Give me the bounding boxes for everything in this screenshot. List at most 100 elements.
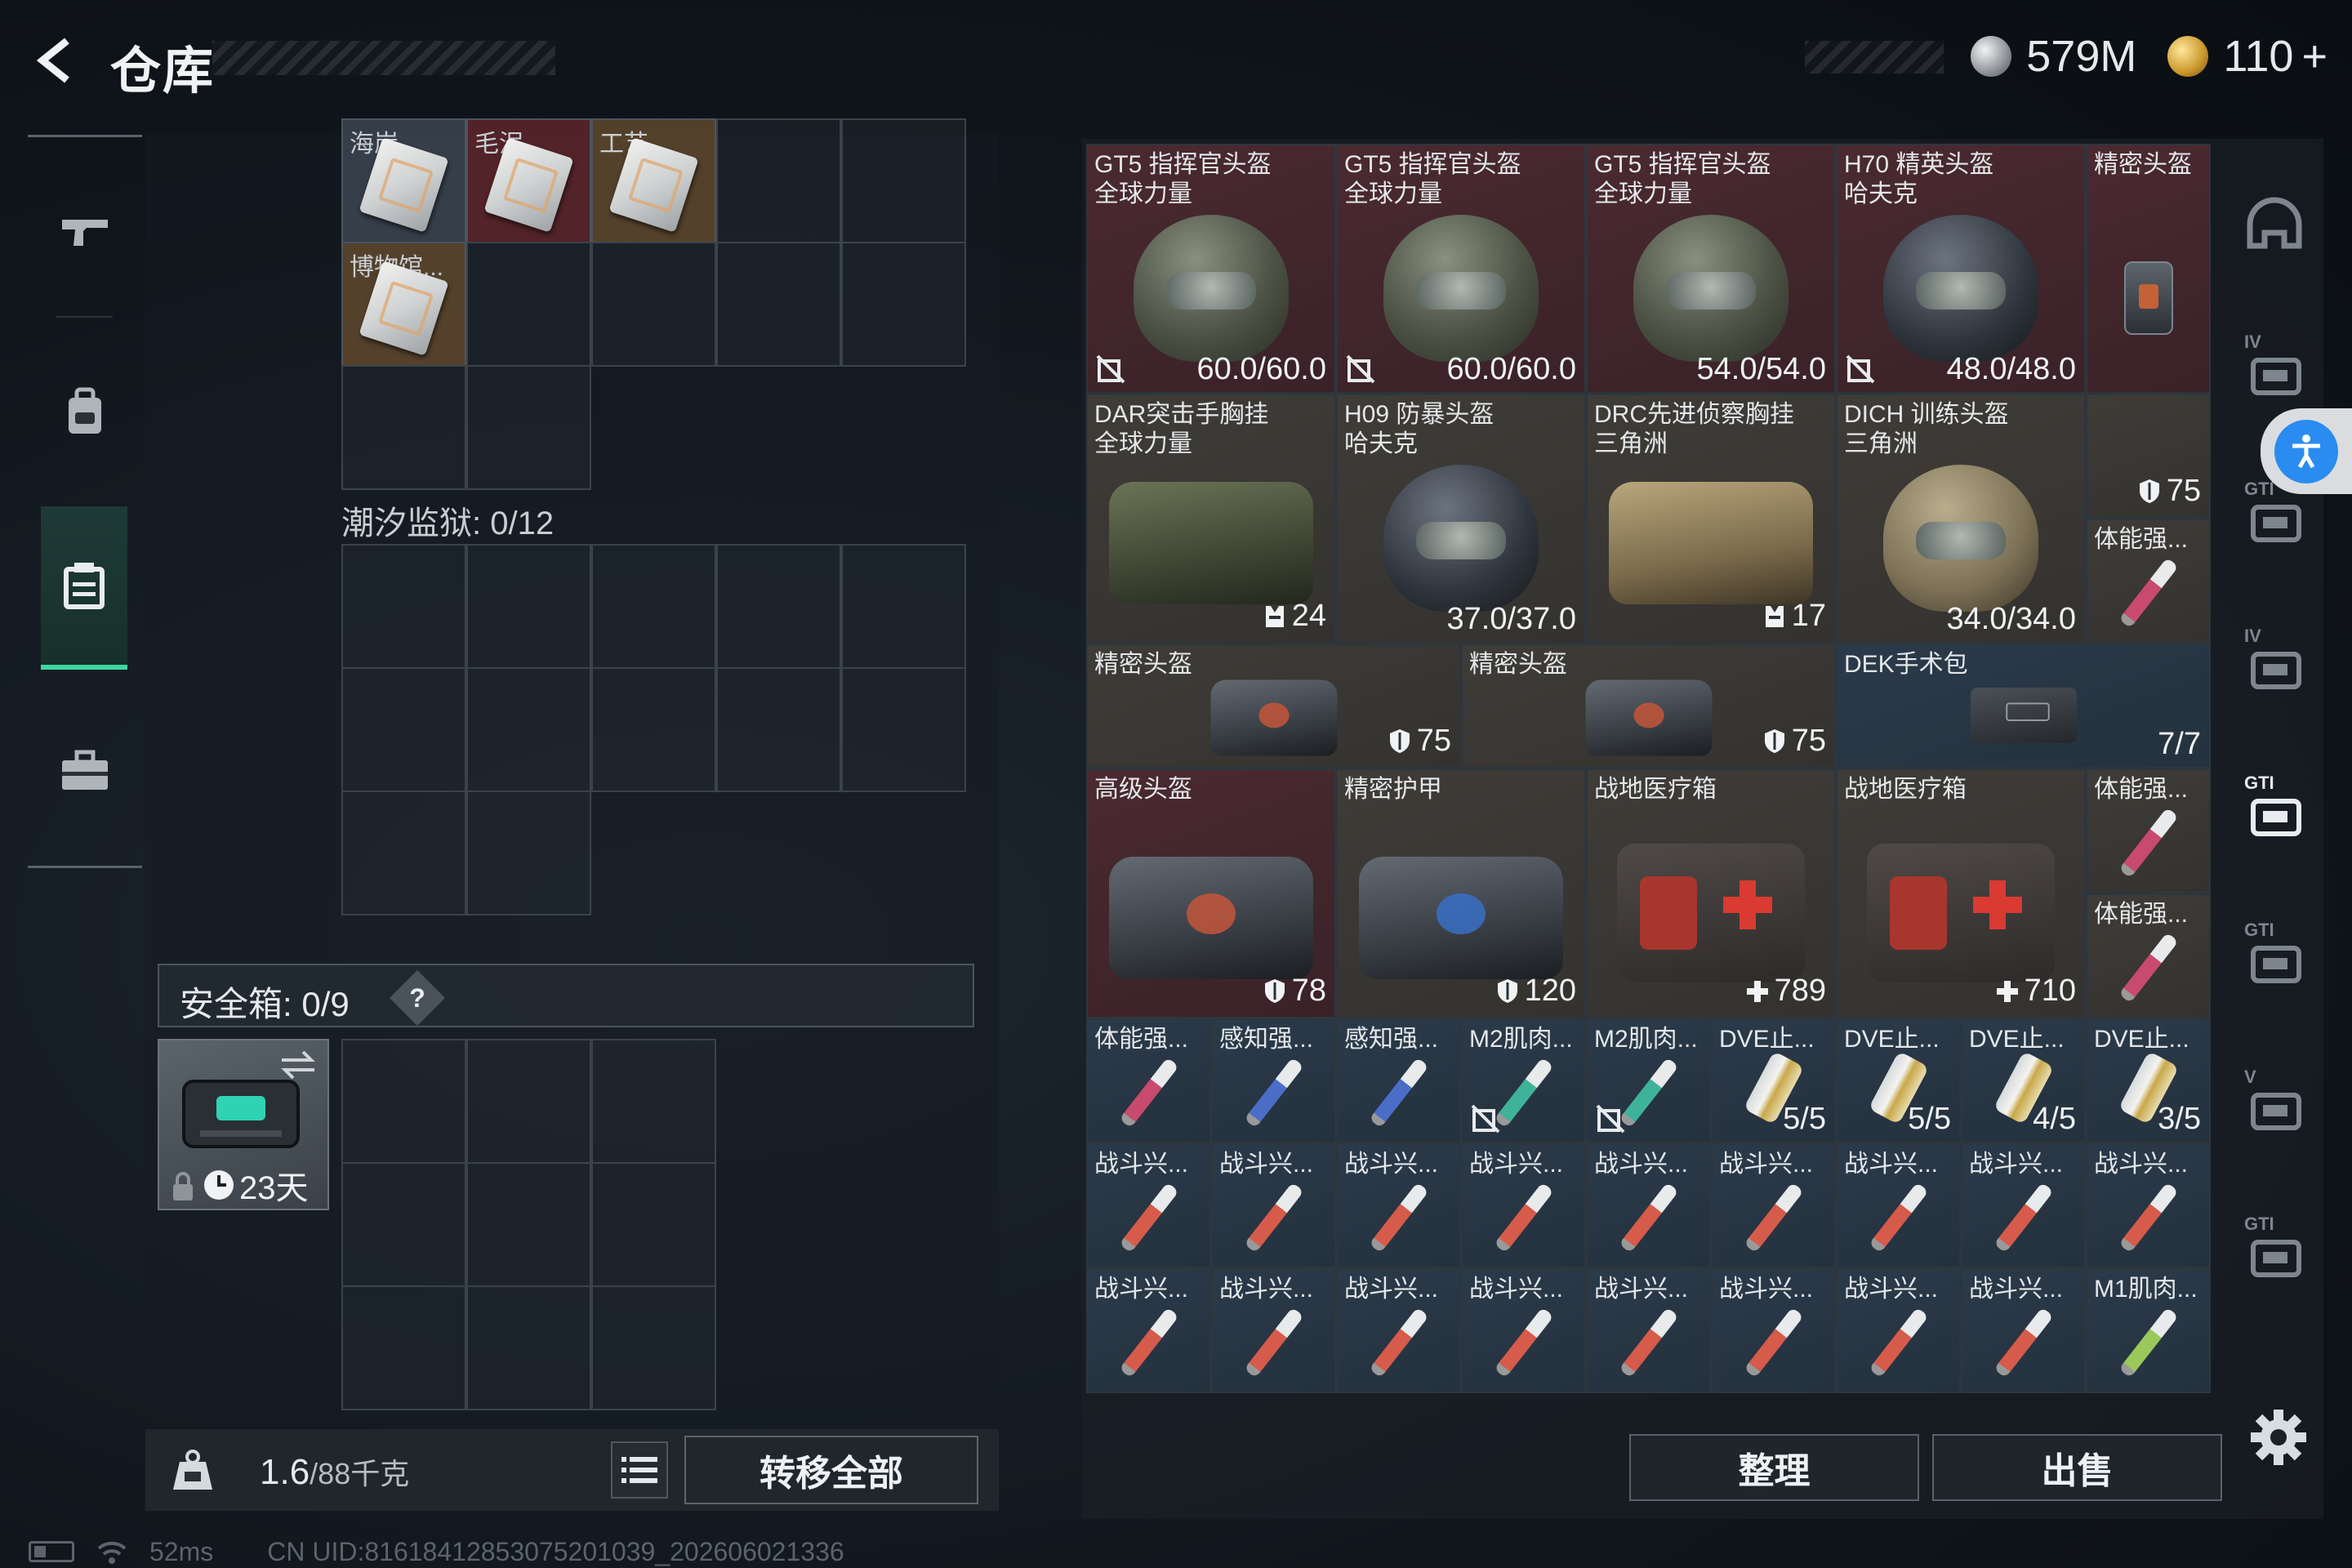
storage-item[interactable]: 毛泥... — [466, 118, 591, 243]
inventory-item[interactable]: 精密头盔 75 — [1086, 644, 1461, 768]
storage-item[interactable]: 海岸... — [341, 118, 466, 243]
inventory-item[interactable]: 战斗兴... — [1461, 1143, 1586, 1268]
inventory-item[interactable]: 75 — [2086, 394, 2211, 519]
empty-slot[interactable] — [341, 667, 466, 792]
inventory-item[interactable]: 战斗兴... — [1836, 1143, 1961, 1268]
empty-slot[interactable] — [716, 242, 841, 367]
inventory-item[interactable]: 战斗兴... — [1961, 1268, 2086, 1393]
empty-slot[interactable] — [466, 1039, 591, 1164]
inventory-item[interactable]: DVE止... 5/5 — [1836, 1018, 1961, 1143]
storage-item[interactable]: 工艺... — [591, 118, 716, 243]
inventory-item[interactable]: 战斗兴... — [1461, 1268, 1586, 1393]
inventory-item[interactable]: 战斗兴... — [1336, 1143, 1461, 1268]
inventory-item[interactable]: 战斗兴... — [1836, 1268, 1961, 1393]
settings-button[interactable] — [2246, 1405, 2311, 1470]
empty-slot[interactable] — [591, 1162, 716, 1287]
inventory-item[interactable]: 战斗兴... — [1711, 1143, 1836, 1268]
empty-slot[interactable] — [466, 544, 591, 669]
inventory-item[interactable]: DEK手术包 7/7 — [1836, 644, 2211, 768]
inventory-item[interactable]: 战斗兴... — [1086, 1268, 1211, 1393]
empty-slot[interactable] — [716, 544, 841, 669]
transfer-all-button[interactable]: 转移全部 — [684, 1436, 978, 1504]
empty-slot[interactable] — [591, 667, 716, 792]
rail-tab-8[interactable]: GTI — [2213, 1189, 2336, 1320]
inventory-item[interactable]: 感知强... — [1336, 1018, 1461, 1143]
empty-slot[interactable] — [591, 1039, 716, 1164]
inventory-item[interactable]: 战斗兴... — [1711, 1268, 1836, 1393]
inventory-item[interactable]: 高级头盔 78 — [1086, 768, 1336, 1018]
inventory-item[interactable]: 战斗兴... — [1211, 1143, 1336, 1268]
nav-equipment[interactable] — [28, 331, 142, 494]
empty-slot[interactable] — [466, 1162, 591, 1287]
nav-storage[interactable] — [41, 506, 127, 670]
empty-slot[interactable] — [341, 365, 466, 490]
inventory-item[interactable]: 体能强... — [1086, 1018, 1211, 1143]
empty-slot[interactable] — [341, 791, 466, 915]
inventory-item[interactable]: M2肌肉... — [1586, 1018, 1711, 1143]
empty-slot[interactable] — [841, 242, 966, 367]
inventory-item[interactable]: 体能强... — [2086, 768, 2211, 893]
help-button[interactable]: ? — [390, 970, 445, 1026]
empty-slot[interactable] — [841, 667, 966, 792]
sort-button[interactable]: 整理 — [1629, 1434, 1919, 1501]
empty-slot[interactable] — [466, 791, 591, 915]
inventory-item[interactable]: 精密头盔 — [2086, 144, 2211, 394]
sell-button[interactable]: 出售 — [1932, 1434, 2222, 1501]
empty-slot[interactable] — [341, 1285, 466, 1410]
inventory-item[interactable]: H09 防暴头盔 哈夫克 37.0/37.0 — [1336, 394, 1586, 644]
inventory-item[interactable]: DVE止... 5/5 — [1711, 1018, 1836, 1143]
rail-tab-7[interactable]: V — [2213, 1042, 2336, 1173]
empty-slot[interactable] — [341, 1039, 466, 1164]
inventory-item[interactable]: 战地医疗箱 789 — [1586, 768, 1836, 1018]
inventory-item[interactable]: 战地医疗箱 710 — [1836, 768, 2086, 1018]
empty-slot[interactable] — [591, 544, 716, 669]
storage-item[interactable]: 博物馆... — [341, 242, 466, 367]
empty-slot[interactable] — [466, 1285, 591, 1410]
inventory-item[interactable]: H70 精英头盔 哈夫克 48.0/48.0 — [1836, 144, 2086, 394]
empty-slot[interactable] — [716, 118, 841, 243]
safe-box-case[interactable]: 23天 — [158, 1039, 329, 1210]
inventory-item[interactable]: DVE止... 4/5 — [1961, 1018, 2086, 1143]
inventory-item[interactable]: M1肌肉... — [2086, 1268, 2211, 1393]
inventory-item[interactable]: M2肌肉... — [1461, 1018, 1586, 1143]
inventory-item[interactable]: 战斗兴... — [1586, 1268, 1711, 1393]
inventory-item[interactable]: 战斗兴... — [1586, 1143, 1711, 1268]
list-view-button[interactable] — [611, 1441, 668, 1499]
inventory-item[interactable]: GT5 指挥官头盔 全球力量 60.0/60.0 — [1086, 144, 1336, 394]
accessibility-button[interactable] — [2261, 408, 2352, 494]
back-button[interactable] — [24, 31, 90, 90]
empty-slot[interactable] — [841, 118, 966, 243]
inventory-item[interactable]: GT5 指挥官头盔 全球力量 54.0/54.0 — [1586, 144, 1836, 394]
rail-tab-5[interactable]: GTI — [2213, 748, 2336, 879]
inventory-item[interactable]: 战斗兴... — [1086, 1143, 1211, 1268]
inventory-item[interactable]: DICH 训练头盔 三角洲 34.0/34.0 — [1836, 394, 2086, 644]
empty-slot[interactable] — [341, 544, 466, 669]
nav-briefcase[interactable] — [28, 690, 142, 853]
inventory-item[interactable]: 体能强... — [2086, 893, 2211, 1018]
inventory-item[interactable]: 战斗兴... — [1211, 1268, 1336, 1393]
inventory-item[interactable]: DRC先进侦察胸挂 三角洲 17 — [1586, 394, 1836, 644]
nav-weapons[interactable] — [28, 151, 142, 314]
inventory-item[interactable]: 精密护甲 120 — [1336, 768, 1586, 1018]
empty-slot[interactable] — [841, 544, 966, 669]
empty-slot[interactable] — [466, 667, 591, 792]
empty-slot[interactable] — [341, 1162, 466, 1287]
empty-slot[interactable] — [591, 1285, 716, 1410]
empty-slot[interactable] — [466, 365, 591, 490]
empty-slot[interactable] — [466, 242, 591, 367]
inventory-item[interactable]: 战斗兴... — [1336, 1268, 1461, 1393]
inventory-item[interactable]: 感知强... — [1211, 1018, 1336, 1143]
rail-tab-6[interactable]: GTI — [2213, 895, 2336, 1026]
inventory-item[interactable]: 体能强... — [2086, 519, 2211, 644]
inventory-item[interactable]: DAR突击手胸挂 全球力量 24 — [1086, 394, 1336, 644]
empty-slot[interactable] — [716, 667, 841, 792]
inventory-item[interactable]: 战斗兴... — [1961, 1143, 2086, 1268]
inventory-item[interactable]: GT5 指挥官头盔 全球力量 60.0/60.0 — [1336, 144, 1586, 394]
empty-slot[interactable] — [591, 242, 716, 367]
inventory-item[interactable]: 精密头盔 75 — [1461, 644, 1836, 768]
rail-tab-4[interactable]: IV — [2213, 601, 2336, 732]
add-currency-button[interactable]: + — [2301, 31, 2328, 82]
inventory-item[interactable]: 战斗兴... — [2086, 1143, 2211, 1268]
inventory-item[interactable]: DVE止... 3/5 — [2086, 1018, 2211, 1143]
rail-tab-1[interactable] — [2213, 160, 2336, 291]
